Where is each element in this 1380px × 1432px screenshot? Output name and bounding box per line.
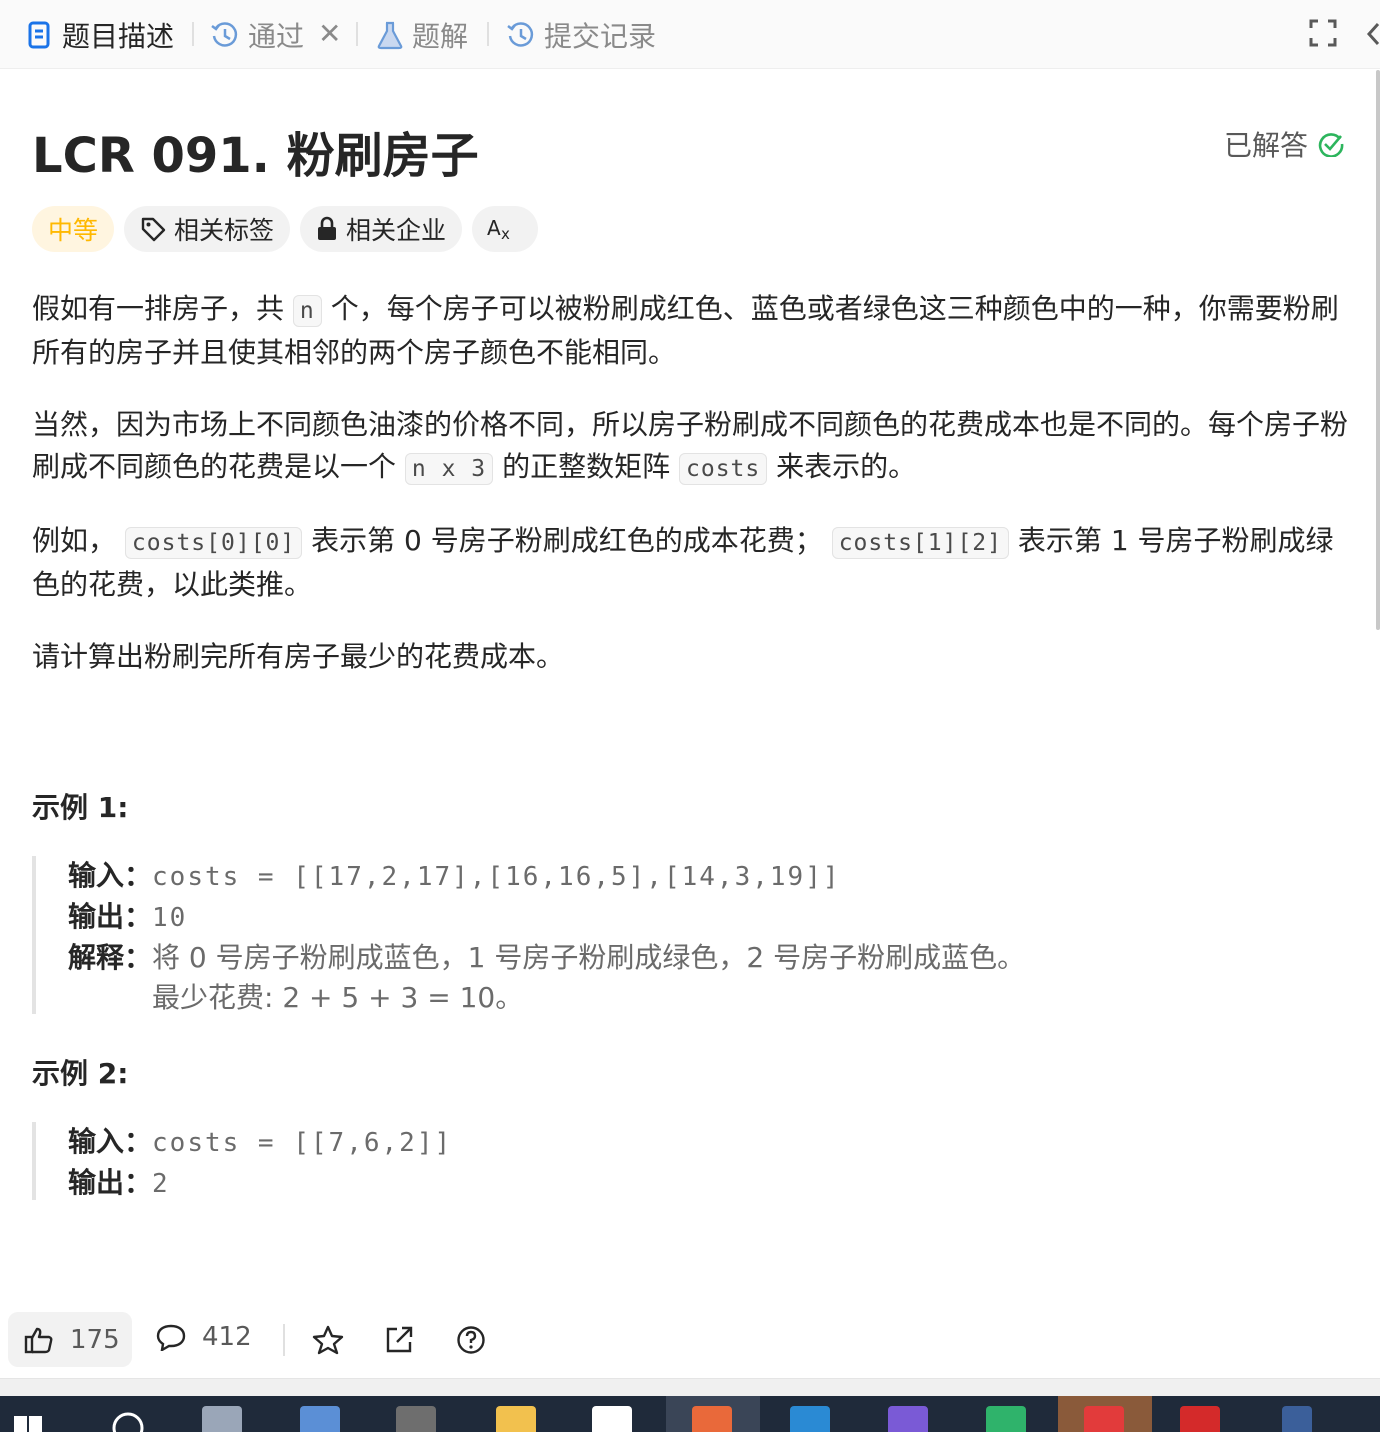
os-taskbar [0,1396,1380,1432]
solved-label: 已解答 [1223,129,1308,162]
browser-icon[interactable] [692,1406,732,1432]
tab-submissions[interactable]: 提交记录 [506,14,656,56]
scrollbar[interactable] [1376,70,1380,630]
history-icon [507,22,534,47]
thumbs-up-icon [24,1327,53,1353]
svg-text:x: x [501,225,510,243]
explain-label: 解释： [68,941,153,974]
comment-count: 412 [202,1322,252,1352]
like-count: 175 [70,1324,120,1355]
app-icon[interactable] [1282,1406,1312,1432]
output-value: 2 [152,1169,170,1199]
example-1-block: 输入：costs = [[17,2,17],[16,16,5],[14,3,19… [32,856,1025,1014]
output-label: 输出： [68,1166,153,1199]
tab-solutions[interactable]: 题解 [376,14,468,56]
inline-code: costs[1][2] [831,527,1010,559]
music-icon[interactable] [1084,1406,1124,1432]
lock-icon [318,216,337,240]
inline-code: n [292,295,322,327]
tab-accepted[interactable]: 通过 [210,14,304,56]
svg-text:A: A [487,216,501,240]
tab-bar: 题目描述 通过 ✕ 题解 提交记录 [0,0,1380,69]
app-icon[interactable] [300,1406,340,1432]
tab-separator [192,22,194,46]
text: 表示第 0 号房子粉刷成红色的成本花费； [311,524,823,557]
description-paragraph-2: 当然，因为市场上不同颜色油漆的价格不同，所以房子粉刷成不同颜色的花费成本也是不同… [32,404,1352,490]
input-label: 输入： [68,859,153,892]
problem-panel: 题目描述 通过 ✕ 题解 提交记录 LCR 091. 粉刷房子 已解答 中等 相… [0,0,1380,1379]
difficulty-badge: 中等 [32,206,115,252]
description-icon [28,21,50,49]
footer-separator [283,1324,285,1356]
help-icon[interactable] [456,1325,486,1355]
tab-description-label: 题目描述 [62,20,175,53]
flask-icon [377,21,403,50]
inline-code: costs[0][0] [124,527,303,559]
footer-actions: 175 412 [0,1312,1380,1370]
output-value: 10 [152,903,188,933]
text: 的正整数矩阵 [502,450,671,483]
folder-icon[interactable] [496,1406,536,1432]
tab-description[interactable]: 题目描述 [28,14,174,56]
translate-button[interactable]: A x [472,206,539,252]
input-label: 输入： [68,1125,153,1158]
check-circle-icon [1318,133,1344,157]
task-view-icon[interactable] [202,1406,242,1432]
tab-submissions-label: 提交记录 [544,20,657,53]
qq-icon[interactable] [592,1406,632,1432]
solved-status: 已解答 [1224,124,1344,164]
companies-label: 相关企业 [346,216,447,245]
translate-icon: A x [487,216,510,243]
history-icon [211,22,238,47]
tab-separator [487,22,489,46]
tags-label: 相关标签 [174,216,275,245]
text: 来表示的。 [776,450,917,483]
tag-icon [141,217,166,242]
pycharm-icon[interactable] [986,1406,1026,1432]
explain-text: 将 0 号房子粉刷成蓝色，1 号房子粉刷成绿色，2 号房子粉刷成蓝色。 [152,941,1026,974]
tab-separator [356,22,358,46]
chevron-left-icon[interactable] [1366,20,1380,48]
goland-icon[interactable] [888,1406,928,1432]
app-icon[interactable] [790,1406,830,1432]
comment-icon [156,1324,186,1351]
tab-solutions-label: 题解 [412,20,469,53]
input-value: costs = [[7,6,2]] [152,1128,453,1158]
tab-accepted-label: 通过 [248,20,305,53]
example-2-block: 输入：costs = [[7,6,2]] 输出：2 [32,1122,452,1200]
output-label: 输出： [68,900,153,933]
fullscreen-icon[interactable] [1308,18,1338,48]
example-1-title: 示例 1: [32,791,129,824]
text: 假如有一排房子，共 [32,292,285,325]
inline-code: costs [679,453,768,485]
explain-text: 最少花费: 2 + 5 + 3 = 10。 [152,981,524,1014]
close-icon[interactable]: ✕ [318,20,341,48]
input-value: costs = [[17,2,17],[16,16,5],[14,3,19]] [152,862,841,892]
description-paragraph-3: 例如， costs[0][0] 表示第 0 号房子粉刷成红色的成本花费； cos… [32,520,1352,606]
app-icon[interactable] [1180,1406,1220,1432]
problem-title: LCR 091. 粉刷房子 [32,128,479,184]
share-icon[interactable] [384,1325,414,1355]
like-button[interactable]: 175 [8,1312,132,1367]
windows-start-icon[interactable] [14,1416,44,1432]
problem-meta: 中等 相关标签 相关企业 A x [32,206,539,252]
star-icon[interactable] [312,1325,344,1355]
difficulty-label: 中等 [48,216,99,245]
tags-button[interactable]: 相关标签 [124,206,291,252]
terminal-icon[interactable] [396,1406,436,1432]
search-icon[interactable] [108,1410,148,1432]
comments-button[interactable]: 412 [156,1322,252,1352]
description-paragraph-4: 请计算出粉刷完所有房子最少的花费成本。 [32,640,565,673]
example-2-title: 示例 2: [32,1057,129,1090]
inline-code: n x 3 [404,453,494,485]
companies-button[interactable]: 相关企业 [300,206,463,252]
description-paragraph-1: 假如有一排房子，共 n 个，每个房子可以被粉刷成红色、蓝色或者绿色这三种颜色中的… [32,288,1352,374]
text: 例如， [32,524,117,557]
